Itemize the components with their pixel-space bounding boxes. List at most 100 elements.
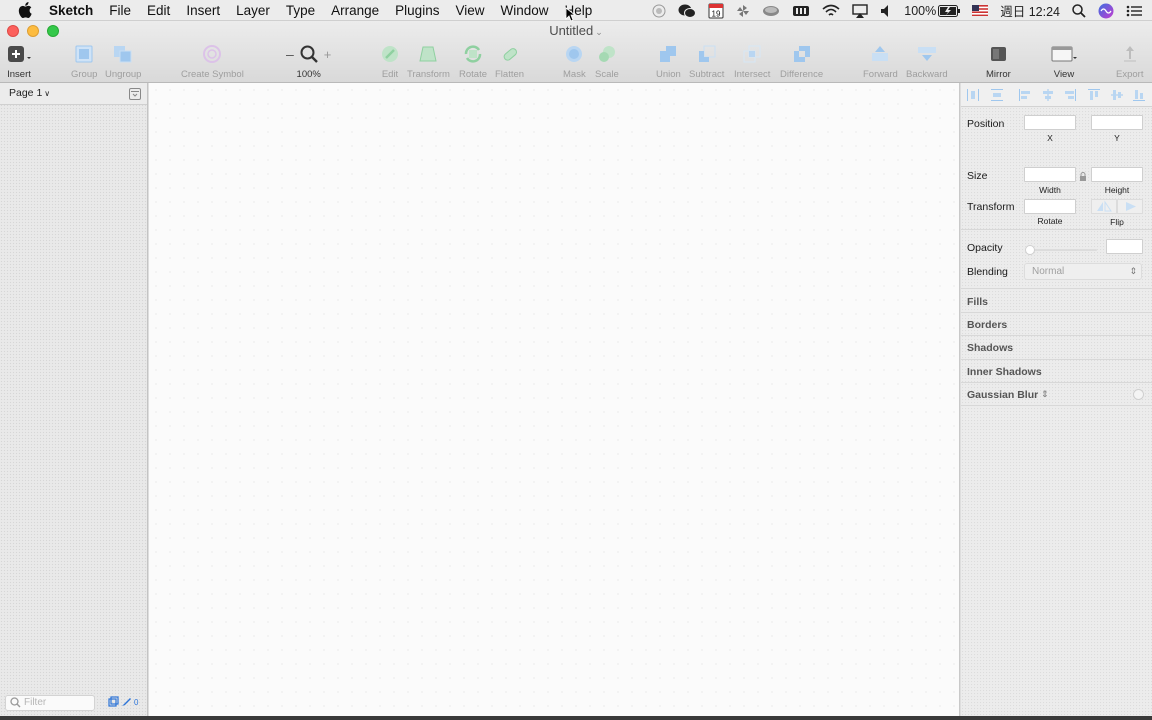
menu-type[interactable]: Type bbox=[278, 0, 323, 21]
distribute-horizontal-icon[interactable] bbox=[966, 88, 980, 102]
align-left-icon[interactable] bbox=[1018, 88, 1032, 102]
pages-header: Page 1 ∨ bbox=[0, 83, 147, 105]
gaussian-blur-title: Gaussian Blur bbox=[967, 389, 1039, 401]
gaussian-blur-section[interactable]: Gaussian Blur ⇕ bbox=[961, 382, 1152, 406]
wifi-icon[interactable] bbox=[822, 0, 840, 21]
pinwheel-icon[interactable] bbox=[736, 0, 750, 21]
opacity-field[interactable] bbox=[1106, 239, 1143, 254]
scale-button[interactable]: Scale bbox=[595, 43, 619, 80]
transform-icon bbox=[418, 43, 438, 65]
symbol-icon bbox=[202, 43, 222, 65]
flip-horizontal-button[interactable] bbox=[1091, 199, 1117, 214]
menu-edit[interactable]: Edit bbox=[139, 0, 178, 21]
difference-button[interactable]: Difference bbox=[780, 43, 823, 80]
menu-help[interactable]: Help bbox=[557, 0, 601, 21]
inner-shadows-section[interactable]: Inner Shadows bbox=[961, 359, 1152, 382]
menu-layer[interactable]: Layer bbox=[228, 0, 278, 21]
create-symbol-button[interactable]: Create Symbol bbox=[181, 43, 244, 80]
page-name: Page 1 bbox=[9, 87, 43, 99]
mirror-label: Mirror bbox=[986, 69, 1011, 80]
edit-button[interactable]: Edit bbox=[380, 43, 400, 80]
filter-input[interactable]: Filter bbox=[5, 695, 95, 711]
mirror-button[interactable]: Mirror bbox=[986, 43, 1011, 80]
backward-button[interactable]: Backward bbox=[906, 43, 948, 80]
width-field[interactable] bbox=[1024, 167, 1076, 182]
ungroup-button[interactable]: Ungroup bbox=[105, 43, 141, 80]
page-selector[interactable]: Page 1 ∨ bbox=[9, 87, 50, 99]
menu-app-sketch[interactable]: Sketch bbox=[41, 0, 101, 21]
notification-center-icon[interactable] bbox=[1126, 0, 1142, 21]
edit-label: Edit bbox=[381, 69, 399, 80]
airplay-icon[interactable] bbox=[852, 0, 868, 21]
position-y-field[interactable] bbox=[1091, 115, 1143, 130]
flip-vertical-button[interactable] bbox=[1117, 199, 1143, 214]
rotate-field[interactable] bbox=[1024, 199, 1076, 214]
opacity-slider[interactable] bbox=[1025, 242, 1099, 255]
drive-icon[interactable] bbox=[762, 0, 780, 21]
fills-section[interactable]: Fills bbox=[961, 288, 1152, 312]
inspector-panel: Position X Y Size Width Height Transform… bbox=[961, 83, 1152, 718]
align-middle-vertical-icon[interactable] bbox=[1110, 88, 1124, 102]
record-icon[interactable] bbox=[652, 0, 666, 21]
export-button[interactable]: Export bbox=[1116, 43, 1143, 80]
lock-icon[interactable] bbox=[1079, 169, 1087, 187]
gaussian-blur-toggle[interactable] bbox=[1133, 389, 1144, 400]
zoom-in-button[interactable]: + bbox=[324, 47, 332, 62]
borders-section[interactable]: Borders bbox=[961, 312, 1152, 335]
mirror-icon bbox=[988, 43, 1008, 65]
ungroup-icon bbox=[112, 43, 134, 65]
volume-icon[interactable] bbox=[880, 0, 892, 21]
opacity-label: Opacity bbox=[967, 242, 1003, 254]
position-x-field[interactable] bbox=[1024, 115, 1076, 130]
menu-view[interactable]: View bbox=[447, 0, 492, 21]
zoom-control[interactable]: – + 100% bbox=[286, 43, 331, 80]
menu-plugins[interactable]: Plugins bbox=[387, 0, 447, 21]
insert-button[interactable]: Insert bbox=[6, 43, 32, 80]
pen-filter-icon[interactable] bbox=[121, 696, 132, 709]
document-title[interactable]: Untitled ⌄ bbox=[0, 23, 1152, 38]
symbols-filter-icon[interactable] bbox=[108, 696, 119, 709]
mask-button[interactable]: Mask bbox=[563, 43, 586, 80]
distribute-vertical-icon[interactable] bbox=[990, 88, 1004, 102]
battery-percent: 100% bbox=[904, 3, 937, 18]
flatten-button[interactable]: Flatten bbox=[495, 43, 524, 80]
transform-button[interactable]: Transform bbox=[407, 43, 450, 80]
siri-icon[interactable] bbox=[1098, 0, 1114, 21]
mask-icon bbox=[564, 43, 584, 65]
battery-icon[interactable] bbox=[938, 0, 961, 21]
blending-select[interactable]: Normal ⇕ bbox=[1024, 263, 1142, 280]
intersect-button[interactable]: Intersect bbox=[734, 43, 770, 80]
position-label: Position bbox=[967, 118, 1005, 130]
align-bottom-icon[interactable] bbox=[1132, 88, 1146, 102]
menu-arrange[interactable]: Arrange bbox=[323, 0, 387, 21]
shadows-section[interactable]: Shadows bbox=[961, 335, 1152, 359]
filter-placeholder: Filter bbox=[24, 697, 47, 708]
union-button[interactable]: Union bbox=[656, 43, 681, 80]
group-button[interactable]: Group bbox=[71, 43, 97, 80]
forward-button[interactable]: Forward bbox=[863, 43, 898, 80]
flag-us-icon[interactable] bbox=[972, 0, 989, 21]
zoom-out-button[interactable]: – bbox=[286, 46, 294, 62]
align-right-icon[interactable] bbox=[1063, 88, 1077, 102]
menu-file[interactable]: File bbox=[101, 0, 139, 21]
zoom-level: 100% bbox=[296, 69, 321, 80]
union-icon bbox=[658, 43, 678, 65]
apple-menu-icon[interactable] bbox=[13, 2, 37, 18]
memory-icon[interactable] bbox=[792, 0, 810, 21]
canvas[interactable] bbox=[149, 83, 960, 718]
align-center-horizontal-icon[interactable] bbox=[1041, 88, 1055, 102]
wechat-icon[interactable] bbox=[678, 0, 697, 21]
pages-collapse-icon[interactable] bbox=[129, 88, 141, 100]
view-button[interactable]: View bbox=[1051, 43, 1077, 80]
calendar-icon[interactable]: 19 bbox=[708, 0, 724, 21]
align-top-icon[interactable] bbox=[1087, 88, 1101, 102]
width-label: Width bbox=[1039, 185, 1061, 195]
clock[interactable]: 週日 12:24 bbox=[1000, 0, 1060, 21]
blur-type-arrows-icon[interactable]: ⇕ bbox=[1041, 389, 1049, 400]
menu-insert[interactable]: Insert bbox=[178, 0, 228, 21]
menu-window[interactable]: Window bbox=[492, 0, 556, 21]
height-field[interactable] bbox=[1091, 167, 1143, 182]
rotate-button[interactable]: Rotate bbox=[459, 43, 487, 80]
spotlight-icon[interactable] bbox=[1072, 0, 1086, 21]
subtract-button[interactable]: Subtract bbox=[689, 43, 724, 80]
